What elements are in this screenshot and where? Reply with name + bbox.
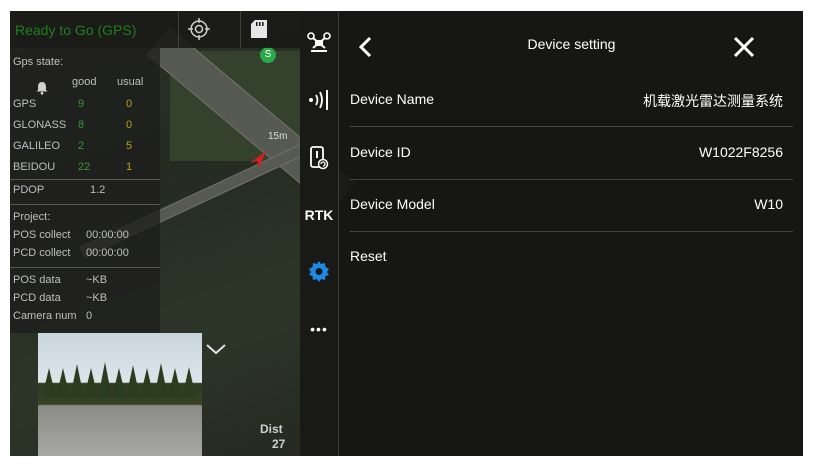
pcd-data-value: ~KB [86,292,108,304]
map-poi-icon: S [260,47,276,63]
pcd-collect-value: 00:00:00 [86,247,129,259]
gps-info-panel: Gps state: good usual GPS 9 0 GLONASS 8 … [10,48,160,333]
pcd-data-label: PCD data [13,292,61,304]
distance-value: 27 [272,437,286,451]
tree-shape [42,368,56,398]
galileo-good-value: 2 [78,140,85,152]
device-name-label: Device Name [350,91,435,107]
divider [178,11,179,48]
device-name-row[interactable]: Device Name 机载激光雷达测量系统 [350,74,793,127]
bell-icon [35,81,49,95]
target-icon[interactable] [188,18,210,40]
tree-shape [154,363,168,398]
pdop-label: PDOP [13,184,45,196]
gps-good-value: 9 [78,98,85,110]
device-sync-icon[interactable] [300,145,338,171]
gps-usual-value: 0 [126,98,133,110]
map-scale-label: 15m [268,131,288,142]
tree-shape [182,367,196,398]
beidou-usual-value: 1 [126,161,133,173]
device-setting-dialog: Device setting Device Name 机载激光雷达测量系统 De… [338,11,803,456]
divider [10,267,160,268]
pos-collect-label: POS collect [13,229,71,241]
status-bar: Ready to Go (GPS) [10,11,300,48]
device-model-label: Device Model [350,196,435,212]
tree-shape [126,365,140,398]
device-id-label: Device ID [350,144,411,160]
rtk-button[interactable]: RTK [300,205,338,225]
glonass-good-value: 8 [78,119,85,131]
galileo-row-label: GALILEO [13,140,61,152]
pos-data-label: POS data [13,274,61,286]
glonass-row-label: GLONASS [13,119,67,131]
sd-card-icon[interactable] [251,20,267,38]
camera-num-value: 0 [86,310,93,322]
divider [10,179,160,180]
aircraft-marker-icon [248,151,268,169]
reset-label: Reset [350,248,387,264]
divider [10,204,160,205]
distance-readout: Dist 27 [260,422,285,451]
pcd-collect-label: PCD collect [13,247,71,259]
reset-row[interactable]: Reset [350,231,793,283]
aircraft-icon[interactable] [300,31,338,55]
project-label: Project: [13,211,51,223]
tree-shape [56,368,70,398]
tree-shape [168,368,182,398]
glonass-usual-value: 0 [126,119,133,131]
tree-shape [70,364,84,398]
device-name-value: 机载激光雷达测量系统 [643,93,783,109]
tree-shape [112,368,126,398]
gps-state-heading: Gps state: [13,56,64,68]
divider [240,11,241,48]
tree-shape [84,368,98,398]
device-id-value: W1022F8256 [698,144,783,160]
pos-data-value: ~KB [86,274,108,286]
app-screen: 15m S Ready to Go (GPS) Gps state: good … [10,11,803,456]
close-icon[interactable] [732,35,756,59]
flight-status: Ready to Go (GPS) [15,22,137,38]
beidou-row-label: BEIDOU [13,161,56,173]
pdop-value: 1.2 [90,184,106,196]
chevron-down-icon[interactable] [205,342,227,356]
more-button[interactable]: ••• [300,319,338,339]
side-toolbar: RTK ••• [300,11,338,456]
device-model-row[interactable]: Device Model W10 [350,179,793,232]
tree-shape [140,368,154,398]
camera-preview[interactable] [38,333,202,456]
signal-icon[interactable] [300,87,338,113]
device-model-value: W10 [754,196,783,212]
beidou-good-value: 22 [78,161,91,173]
tree-shape [98,362,112,398]
col-good-header: good [72,76,97,88]
settings-gear-icon[interactable] [300,259,338,283]
pos-collect-value: 00:00:00 [86,229,129,241]
camera-num-label: Camera num [13,310,77,322]
galileo-usual-value: 5 [126,140,133,152]
device-id-row[interactable]: Device ID W1022F8256 [350,127,793,180]
gps-row-label: GPS [13,98,37,110]
col-usual-header: usual [117,76,144,88]
distance-label: Dist [260,422,283,436]
